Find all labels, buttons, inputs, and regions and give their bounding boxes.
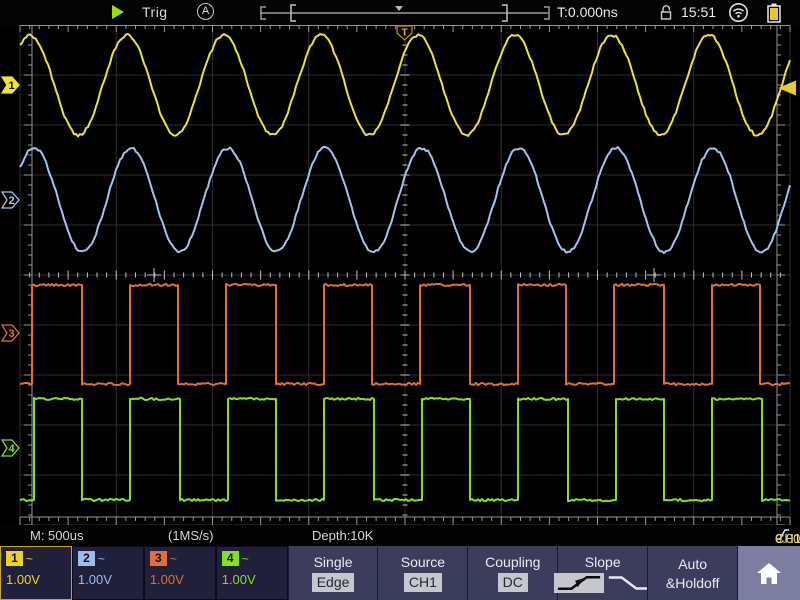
channel-1-coupling-icon: ~ <box>26 553 33 565</box>
rising-slope-icon <box>556 574 602 592</box>
menu-coupling-button[interactable]: Coupling DC <box>467 546 557 600</box>
channel-3-button[interactable]: 3 ~ 1.00V <box>144 546 216 600</box>
acquisition-status-bar: M: 500us (1MS/s) Depth:10K CH1:DC- 0.00m… <box>0 525 800 546</box>
memory-position-bar[interactable] <box>258 3 550 22</box>
home-button[interactable] <box>737 546 800 600</box>
unlock-icon[interactable] <box>659 4 674 20</box>
waveform-display[interactable]: 1 2 3 4 T <box>0 25 800 525</box>
battery-level <box>770 8 778 20</box>
channel-2-scale: 1.00V <box>78 572 138 587</box>
top-status-bar: Trig A T:0.000ns 15:51 <box>0 0 800 25</box>
trigger-level-readout: 0.00mV <box>775 531 800 546</box>
source-label: Source <box>401 554 445 570</box>
svg-text:2: 2 <box>8 195 14 207</box>
clock: 15:51 <box>681 4 716 20</box>
timebase-readout: M: 500us <box>30 528 83 543</box>
trigger-mode-value: Edge <box>312 573 355 592</box>
battery-icon <box>767 3 781 23</box>
slope-rising-option[interactable] <box>554 573 604 593</box>
trigger-readout: CH1:DC- 0.00mV <box>775 528 790 541</box>
svg-text:1: 1 <box>8 80 14 92</box>
sample-rate-readout: (1MS/s) <box>168 528 214 543</box>
channel-3-badge: 3 <box>150 551 167 566</box>
channel-3-coupling-icon: ~ <box>170 553 177 565</box>
auto-trigger-icon: A <box>197 3 214 20</box>
bottom-menu-bar: 1 ~ 1.00V 2 ~ 1.00V 3 ~ 1.00V 4 ~ 1.00V <box>0 546 800 600</box>
home-icon <box>755 561 783 586</box>
svg-text:T: T <box>401 28 407 39</box>
menu-trigger-mode-button[interactable]: Single Edge <box>288 546 378 600</box>
channel-4-badge: 4 <box>222 551 239 566</box>
falling-slope-icon[interactable] <box>607 574 651 592</box>
channel-4-scale: 1.00V <box>222 572 282 587</box>
source-value: CH1 <box>404 573 442 592</box>
menu-slope-button[interactable]: Slope <box>557 546 647 600</box>
auto-label: Auto <box>678 556 707 572</box>
window-center-marker <box>395 6 403 11</box>
wifi-icon[interactable] <box>728 2 749 23</box>
coupling-value: DC <box>498 573 528 592</box>
slope-label: Slope <box>585 554 621 570</box>
holdoff-label: &Holdoff <box>666 575 719 591</box>
channel-1-scale: 1.00V <box>6 572 66 587</box>
coupling-label: Coupling <box>485 554 540 570</box>
svg-text:4: 4 <box>8 443 15 455</box>
run-state-icon[interactable] <box>112 5 124 19</box>
channel-3-scale: 1.00V <box>150 572 210 587</box>
record-depth-readout: Depth:10K <box>312 528 373 543</box>
channel-1-button[interactable]: 1 ~ 1.00V <box>0 546 72 600</box>
channel-4-button[interactable]: 4 ~ 1.00V <box>216 546 288 600</box>
channel-2-coupling-icon: ~ <box>98 553 105 565</box>
channel-2-button[interactable]: 2 ~ 1.00V <box>72 546 144 600</box>
menu-auto-holdoff-button[interactable]: Auto &Holdoff <box>647 546 737 600</box>
trigger-mode-label: Single <box>314 554 353 570</box>
trigger-time-readout: T:0.000ns <box>557 4 618 20</box>
menu-source-button[interactable]: Source CH1 <box>377 546 467 600</box>
oscilloscope-screen: Trig A T:0.000ns 15:51 1 2 3 4 T <box>0 0 800 600</box>
channel-2-badge: 2 <box>78 551 95 566</box>
svg-text:3: 3 <box>8 328 14 340</box>
channel-4-coupling-icon: ~ <box>242 553 249 565</box>
trigger-state-label: Trig <box>142 4 168 20</box>
channel-1-badge: 1 <box>6 551 23 566</box>
